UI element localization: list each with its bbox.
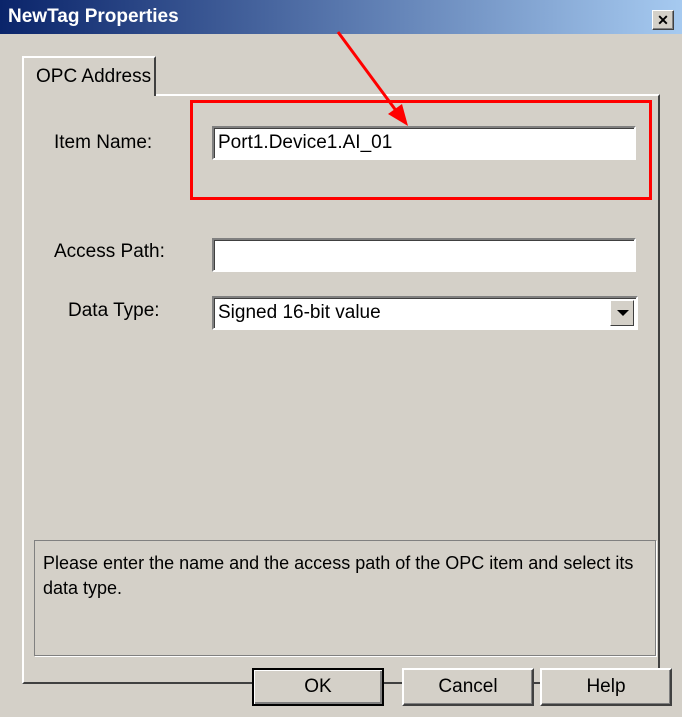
close-button[interactable]: ✕: [652, 10, 674, 30]
window-title: NewTag Properties: [8, 6, 179, 27]
item-name-label: Item Name:: [54, 132, 153, 153]
help-button[interactable]: Help: [540, 668, 672, 706]
tab-opc-address[interactable]: OPC Address: [22, 56, 156, 96]
access-path-input[interactable]: [212, 238, 636, 272]
cancel-button[interactable]: Cancel: [402, 668, 534, 706]
ok-button[interactable]: OK: [252, 668, 384, 706]
highlight-box: [190, 100, 652, 200]
data-type-value: Signed 16-bit value: [218, 302, 381, 323]
help-text-box: Please enter the name and the access pat…: [34, 540, 656, 656]
help-text: Please enter the name and the access pat…: [43, 553, 634, 598]
chevron-down-icon[interactable]: [610, 300, 634, 326]
data-type-select[interactable]: Signed 16-bit value: [212, 296, 638, 330]
tab-label: OPC Address: [36, 66, 152, 87]
data-type-label: Data Type:: [68, 300, 160, 321]
close-icon: ✕: [657, 12, 669, 28]
access-path-label: Access Path:: [54, 241, 165, 262]
title-bar: NewTag Properties ✕: [0, 0, 682, 34]
